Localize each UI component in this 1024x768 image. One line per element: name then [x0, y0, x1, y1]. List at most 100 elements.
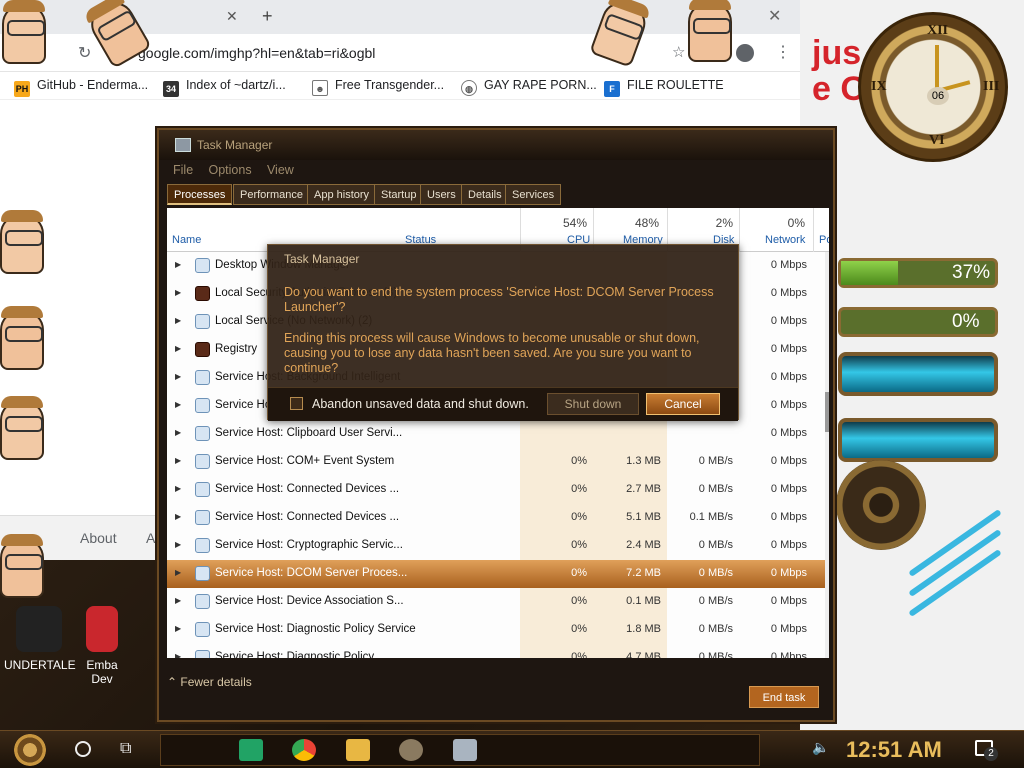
expand-icon[interactable]: ▶	[175, 288, 181, 297]
memory-cell-bg	[593, 420, 667, 448]
volume-icon[interactable]: 🔈	[812, 739, 829, 756]
bookmark-item[interactable]: ☻ Free Transgender...	[312, 78, 444, 96]
expand-icon[interactable]: ▶	[175, 428, 181, 437]
table-row[interactable]: ▶ Service Host: Diagnostic Policy... 0% 4.7…	[167, 644, 829, 658]
column-network[interactable]: Network	[765, 234, 805, 246]
expand-icon[interactable]: ▶	[175, 596, 181, 605]
sheets-icon[interactable]	[239, 739, 263, 761]
column-name[interactable]: Name	[172, 234, 201, 246]
service-icon	[195, 566, 210, 581]
cortana-search-icon[interactable]	[75, 741, 91, 757]
service-icon	[195, 622, 210, 637]
abandon-data-label[interactable]: Abandon unsaved data and shut down.	[312, 397, 529, 411]
profile-icon[interactable]	[736, 44, 754, 62]
expand-icon[interactable]: ▶	[175, 568, 181, 577]
tab-details[interactable]: Details	[461, 184, 509, 205]
footer-link[interactable]: A	[146, 530, 155, 546]
bookmark-label: Free Transgender...	[335, 78, 445, 92]
expand-icon[interactable]: ▶	[175, 372, 181, 381]
memory-value: 4.7 MB	[626, 651, 661, 658]
expand-icon[interactable]: ▶	[175, 484, 181, 493]
dialog-button-bar: Abandon unsaved data and shut down. Shut…	[268, 387, 738, 421]
network-value: 0 Mbps	[770, 567, 807, 579]
column-power[interactable]: Po	[819, 234, 829, 246]
tab-performance[interactable]: Performance	[233, 184, 310, 205]
disk-value: 0 MB/s	[698, 567, 733, 579]
bookmark-item[interactable]: PH GitHub - Enderma...	[14, 78, 148, 97]
tube-meter-2	[838, 418, 998, 462]
tab-app-history[interactable]: App history	[307, 184, 377, 205]
disk-value: 0.1 MB/s	[689, 511, 733, 523]
disk-value: 0 MB/s	[698, 595, 733, 607]
app-icon[interactable]	[399, 739, 423, 761]
clock-time[interactable]: 12:51 AM	[846, 737, 942, 763]
star-icon[interactable]: ☆	[672, 43, 685, 61]
file-roulette-icon: F	[604, 81, 620, 97]
tab-startup[interactable]: Startup	[374, 184, 424, 205]
cancel-button[interactable]: Cancel	[646, 393, 720, 415]
expand-icon[interactable]: ▶	[175, 344, 181, 353]
table-row[interactable]: ▶ Service Host: Connected Devices ... 0% 2.…	[167, 476, 829, 504]
network-value: 0 Mbps	[770, 483, 807, 495]
footer-about-link[interactable]: About	[80, 530, 117, 546]
network-value: 0 Mbps	[770, 427, 807, 439]
task-view-icon[interactable]: ⧉	[120, 740, 131, 758]
end-task-button[interactable]: End task	[749, 686, 819, 708]
reload-icon[interactable]: ↻	[78, 43, 91, 63]
close-window-icon[interactable]: ✕	[768, 6, 781, 26]
url-field[interactable]: google.com/imghp?hl=en&tab=ri&ogbl	[138, 45, 375, 61]
expand-icon[interactable]: ▶	[175, 260, 181, 269]
network-value: 0 Mbps	[770, 455, 807, 467]
globe-icon: ◍	[461, 80, 477, 96]
scrollbar-thumb[interactable]	[825, 392, 829, 432]
menu-options[interactable]: Options	[209, 163, 252, 177]
bookmark-item[interactable]: ◍ GAY RAPE PORN...	[461, 78, 597, 96]
menu-bar: File Options View	[173, 163, 306, 181]
task-manager-window: Task Manager File Options View Processes…	[157, 128, 835, 722]
desktop-icon-undertale[interactable]: UNDERTALE	[4, 606, 76, 672]
bookmark-item[interactable]: 34 Index of ~dartz/i...	[163, 78, 286, 97]
menu-file[interactable]: File	[173, 163, 193, 177]
scrollbar[interactable]	[825, 252, 829, 658]
disk-total: 2%	[715, 216, 733, 230]
expand-icon[interactable]: ▶	[175, 512, 181, 521]
cartoon-character	[0, 534, 44, 598]
menu-view[interactable]: View	[267, 163, 294, 177]
fewer-details-link[interactable]: ⌃ Fewer details	[167, 675, 252, 689]
expand-icon[interactable]: ▶	[175, 456, 181, 465]
memory-value: 5.1 MB	[626, 511, 661, 523]
tab-services[interactable]: Services	[505, 184, 562, 205]
expand-icon[interactable]: ▶	[175, 652, 181, 658]
table-row[interactable]: ▶ Service Host: Clipboard User Servi... 0 …	[167, 420, 829, 448]
chrome-icon[interactable]	[292, 739, 316, 761]
table-row[interactable]: ▶ Service Host: Device Association S... 0%…	[167, 588, 829, 616]
bookmark-item[interactable]: F FILE ROULETTE	[604, 78, 724, 97]
menu-icon[interactable]: ⋮	[775, 42, 791, 62]
table-row[interactable]: ▶ Service Host: Connected Devices ... 0% 5.…	[167, 504, 829, 532]
service-icon	[195, 594, 210, 609]
table-row[interactable]: ▶ Service Host: Cryptographic Servic... 0%…	[167, 532, 829, 560]
tab-processes[interactable]: Processes	[167, 184, 233, 205]
expand-icon[interactable]: ▶	[175, 316, 181, 325]
service-icon	[195, 370, 210, 385]
close-tab-icon[interactable]: ✕	[226, 8, 238, 25]
expand-icon[interactable]: ▶	[175, 624, 181, 633]
table-row[interactable]: ▶ Service Host: COM+ Event System 0% 1.3 MB…	[167, 448, 829, 476]
desktop-icon-embarcadero[interactable]: Emba Dev	[80, 606, 124, 686]
bookmark-label: GitHub - Enderma...	[37, 78, 149, 92]
dialog-warning: Ending this process will cause Windows t…	[284, 331, 700, 375]
task-manager-titlebar[interactable]: Task Manager	[159, 130, 833, 160]
table-row[interactable]: ▶ Service Host: Diagnostic Policy Service…	[167, 616, 829, 644]
task-manager-taskbar-icon[interactable]	[453, 739, 477, 761]
service-icon	[195, 426, 210, 441]
abandon-data-checkbox[interactable]	[290, 397, 303, 410]
shut-down-button[interactable]: Shut down	[547, 393, 639, 415]
tab-users[interactable]: Users	[420, 184, 463, 205]
expand-icon[interactable]: ▶	[175, 400, 181, 409]
expand-icon[interactable]: ▶	[175, 540, 181, 549]
file-explorer-icon[interactable]	[346, 739, 370, 761]
new-tab-icon[interactable]: +	[262, 6, 273, 27]
table-row-selected[interactable]: ▶ Service Host: DCOM Server Proces... 0% 7.…	[167, 560, 829, 588]
desktop-icon-label: Dev	[91, 672, 113, 686]
start-button-icon[interactable]	[14, 734, 46, 766]
